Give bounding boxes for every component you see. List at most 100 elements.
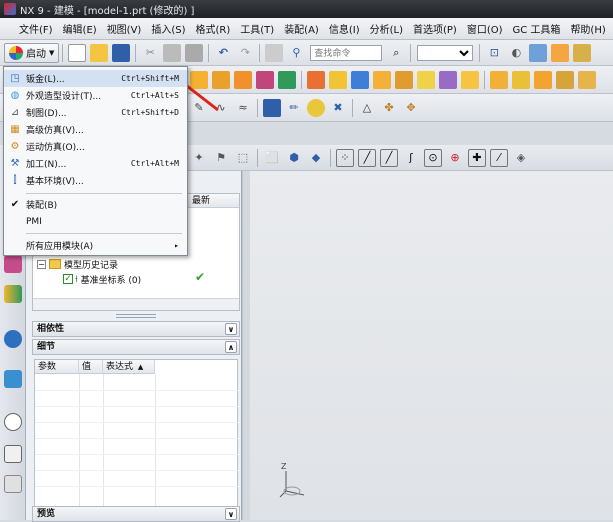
snap-point-icon[interactable]: ✦ bbox=[190, 149, 208, 167]
redo-icon[interactable]: ↷ bbox=[236, 44, 254, 62]
menu-analysis[interactable]: 分析(L) bbox=[365, 21, 408, 36]
measure-distance-icon[interactable]: ✏ bbox=[285, 99, 303, 117]
panel-details[interactable]: 细节 ∧ bbox=[32, 339, 240, 355]
datum-icon[interactable] bbox=[256, 70, 274, 89]
menu-view[interactable]: 视图(V) bbox=[102, 21, 147, 36]
part-navigator-icon[interactable] bbox=[307, 98, 325, 117]
shaded-icon[interactable]: ◆ bbox=[307, 149, 325, 167]
control-point-icon[interactable]: ʃ bbox=[402, 149, 420, 167]
wave-link-icon[interactable]: ✤ bbox=[380, 99, 398, 117]
fit-view-icon[interactable]: ⊡ bbox=[485, 44, 503, 62]
selection-filter-select[interactable] bbox=[417, 44, 474, 61]
render-style-icon[interactable]: ◐ bbox=[507, 44, 525, 62]
menu-item-advanced-simulation[interactable]: ▦ 高级仿真(V)... bbox=[4, 121, 187, 138]
tree-row-model-history[interactable]: − 模型历史记录 bbox=[37, 257, 118, 271]
chevron-down-icon[interactable]: ∨ bbox=[225, 323, 237, 335]
shell-icon[interactable] bbox=[461, 70, 479, 89]
layer-settings-icon[interactable] bbox=[551, 43, 570, 62]
menu-item-manufacturing[interactable]: ⚒ 加工(N)... Ctrl+Alt+M bbox=[4, 155, 187, 172]
split-body-icon[interactable] bbox=[395, 70, 413, 89]
sweep-icon[interactable] bbox=[534, 70, 552, 89]
horizontal-scrollbar[interactable] bbox=[33, 298, 239, 310]
quadrant-point-icon[interactable]: ✚ bbox=[468, 148, 486, 167]
splitter-handle[interactable] bbox=[116, 314, 156, 318]
assembly-icon[interactable]: ✥ bbox=[402, 99, 420, 117]
offset-curve-icon[interactable]: ≈ bbox=[234, 99, 252, 117]
command-finder-icon[interactable]: ⚲ bbox=[287, 44, 305, 62]
system-materials-icon[interactable] bbox=[4, 445, 22, 463]
repeat-command-icon[interactable] bbox=[265, 43, 284, 62]
intersect-icon[interactable] bbox=[351, 70, 369, 89]
search-command-input[interactable] bbox=[310, 44, 383, 61]
menu-item-gateway[interactable]: ⫿ 基本环境(V)... bbox=[4, 172, 187, 189]
menu-format[interactable]: 格式(R) bbox=[191, 21, 236, 36]
end-point-icon[interactable]: ╱ bbox=[358, 148, 376, 167]
measure-icon[interactable] bbox=[573, 43, 592, 62]
subtract-icon[interactable] bbox=[329, 70, 347, 89]
chamfer-icon[interactable] bbox=[439, 70, 457, 89]
trim-body-icon[interactable] bbox=[373, 70, 391, 89]
menu-help[interactable]: 帮助(H) bbox=[565, 21, 610, 36]
checkbox-icon[interactable]: ✓ bbox=[63, 274, 73, 284]
menu-gc-toolkits[interactable]: GC 工具箱 bbox=[508, 21, 566, 36]
menu-item-sheet-metal[interactable]: ◳ 钣金(L)... Ctrl+Shift+M bbox=[4, 70, 187, 87]
open-folder-icon[interactable] bbox=[90, 43, 109, 62]
menu-item-motion-simulation[interactable]: ⚙ 运动仿真(O)... bbox=[4, 138, 187, 155]
pattern-icon[interactable] bbox=[278, 70, 296, 89]
start-button[interactable]: 启动 ▼ bbox=[4, 42, 60, 63]
column-header-parameter[interactable]: 参数 bbox=[35, 360, 79, 374]
roles-icon[interactable] bbox=[4, 475, 22, 493]
menu-item-shape-studio[interactable]: ◍ 外观造型设计(T)... Ctrl+Alt+S bbox=[4, 87, 187, 104]
unite-icon[interactable] bbox=[307, 70, 325, 89]
mid-point-icon[interactable]: ╱ bbox=[380, 148, 398, 167]
cut-icon[interactable]: ✂ bbox=[141, 44, 159, 62]
part-navigator-icon[interactable] bbox=[4, 285, 22, 303]
triangle-icon[interactable]: △ bbox=[358, 99, 376, 117]
tree-row-datum-csys[interactable]: ✓ ⟊ 基准坐标系 (0) bbox=[63, 272, 141, 286]
menu-item-drafting[interactable]: ⊿ 制图(D)... Ctrl+Shift+D bbox=[4, 104, 187, 121]
orient-view-icon[interactable] bbox=[529, 43, 548, 62]
chevron-up-icon[interactable]: ∧ bbox=[225, 341, 237, 353]
panel-dependencies[interactable]: 相依性 ∨ bbox=[32, 321, 240, 337]
more-features-icon[interactable] bbox=[578, 70, 596, 89]
tools-icon[interactable]: ✖ bbox=[329, 99, 347, 117]
undo-icon[interactable]: ↶ bbox=[214, 44, 232, 62]
collapse-icon[interactable]: − bbox=[37, 259, 46, 269]
tree-column-header-latest[interactable]: 最新 bbox=[187, 194, 239, 208]
point-on-face-icon[interactable]: ◈ bbox=[512, 149, 530, 167]
view-cube-icon[interactable]: ⬢ bbox=[285, 149, 303, 167]
history-icon[interactable] bbox=[4, 413, 22, 431]
chevron-down-icon[interactable]: ∨ bbox=[225, 508, 237, 520]
menu-file[interactable]: 文件(F) bbox=[14, 21, 58, 36]
rectangle-select-icon[interactable]: ⬜ bbox=[263, 149, 281, 167]
edge-blend-icon[interactable] bbox=[417, 70, 435, 89]
menu-information[interactable]: 信息(I) bbox=[324, 21, 365, 36]
web-browser-icon[interactable] bbox=[4, 370, 22, 388]
column-header-value[interactable]: 值 bbox=[79, 360, 103, 374]
intersection-point-icon[interactable]: ⊙ bbox=[424, 148, 442, 167]
draft-icon[interactable] bbox=[490, 70, 508, 89]
snap-grid-icon[interactable]: ⁘ bbox=[336, 148, 354, 167]
filter-icon[interactable]: ⚑ bbox=[212, 149, 230, 167]
copy-icon[interactable] bbox=[163, 43, 182, 62]
menu-item-all-applications[interactable]: 所有应用模块(A) ▸ bbox=[4, 237, 187, 254]
graphics-window[interactable]: Z bbox=[250, 171, 613, 520]
menu-assemblies[interactable]: 装配(A) bbox=[279, 21, 324, 36]
menu-tools[interactable]: 工具(T) bbox=[235, 21, 279, 36]
point-on-curve-icon[interactable]: ⁄ bbox=[490, 148, 508, 167]
select-icon[interactable]: ⬚ bbox=[234, 149, 252, 167]
paste-icon[interactable] bbox=[185, 43, 204, 62]
save-icon[interactable] bbox=[112, 43, 131, 62]
column-header-expression[interactable]: 表达式 ▲ bbox=[103, 360, 155, 374]
arc-center-icon[interactable]: ⊕ bbox=[446, 149, 464, 167]
menu-insert[interactable]: 插入(S) bbox=[146, 21, 190, 36]
reuse-library-icon[interactable] bbox=[4, 330, 22, 348]
menu-item-pmi[interactable]: PMI bbox=[4, 213, 187, 230]
vertical-splitter[interactable] bbox=[242, 171, 250, 520]
thicken-icon[interactable] bbox=[556, 70, 574, 89]
assembly-navigator-icon[interactable] bbox=[4, 255, 22, 273]
menu-preferences[interactable]: 首选项(P) bbox=[408, 21, 462, 36]
menu-window[interactable]: 窗口(O) bbox=[462, 21, 508, 36]
hole-icon[interactable] bbox=[234, 70, 252, 89]
expression-icon[interactable] bbox=[263, 98, 281, 117]
